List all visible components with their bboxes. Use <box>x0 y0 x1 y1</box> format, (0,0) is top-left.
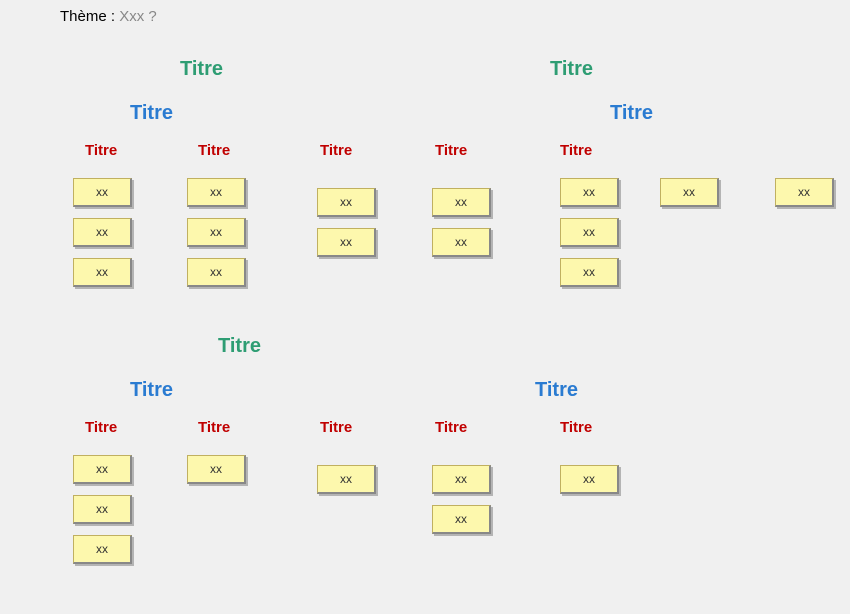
card-c4-2[interactable]: xx <box>432 505 491 534</box>
title-level3-c2: Titre <box>198 419 230 436</box>
card-a3-2[interactable]: xx <box>317 228 376 257</box>
card-a2-3[interactable]: xx <box>187 258 246 287</box>
diagram-canvas: Thème : Xxx ? Titre Titre Titre Titre Ti… <box>0 0 850 614</box>
card-a5-2[interactable]: xx <box>560 218 619 247</box>
title-level3-c1: Titre <box>85 419 117 436</box>
title-level2-a: Titre <box>130 102 173 125</box>
card-a1-3[interactable]: xx <box>73 258 132 287</box>
title-level2-b: Titre <box>610 102 653 125</box>
title-level2-d: Titre <box>535 379 578 402</box>
card-a3-1[interactable]: xx <box>317 188 376 217</box>
card-a4-2[interactable]: xx <box>432 228 491 257</box>
title-level3-a4: Titre <box>435 142 467 159</box>
card-a4-1[interactable]: xx <box>432 188 491 217</box>
card-a2-1[interactable]: xx <box>187 178 246 207</box>
title-level3-a5: Titre <box>560 142 592 159</box>
title-level3-a1: Titre <box>85 142 117 159</box>
card-a5-3[interactable]: xx <box>560 258 619 287</box>
card-c3-1[interactable]: xx <box>317 465 376 494</box>
card-c2-1[interactable]: xx <box>187 455 246 484</box>
card-c1-3[interactable]: xx <box>73 535 132 564</box>
card-c1-2[interactable]: xx <box>73 495 132 524</box>
card-c5-1[interactable]: xx <box>560 465 619 494</box>
card-a5-1[interactable]: xx <box>560 178 619 207</box>
card-b2[interactable]: xx <box>775 178 834 207</box>
title-level2-c: Titre <box>130 379 173 402</box>
card-a2-2[interactable]: xx <box>187 218 246 247</box>
card-a1-2[interactable]: xx <box>73 218 132 247</box>
title-level3-a2: Titre <box>198 142 230 159</box>
theme-label: Thème : <box>60 8 119 25</box>
card-c4-1[interactable]: xx <box>432 465 491 494</box>
card-b1[interactable]: xx <box>660 178 719 207</box>
title-level1-a: Titre <box>180 58 223 81</box>
card-c1-1[interactable]: xx <box>73 455 132 484</box>
theme-line: Thème : Xxx ? <box>60 8 157 25</box>
title-level1-b: Titre <box>550 58 593 81</box>
title-level3-a3: Titre <box>320 142 352 159</box>
card-a1-1[interactable]: xx <box>73 178 132 207</box>
title-level1-c: Titre <box>218 335 261 358</box>
title-level3-c4: Titre <box>435 419 467 436</box>
theme-value: Xxx ? <box>119 8 157 25</box>
title-level3-c5: Titre <box>560 419 592 436</box>
title-level3-c3: Titre <box>320 419 352 436</box>
